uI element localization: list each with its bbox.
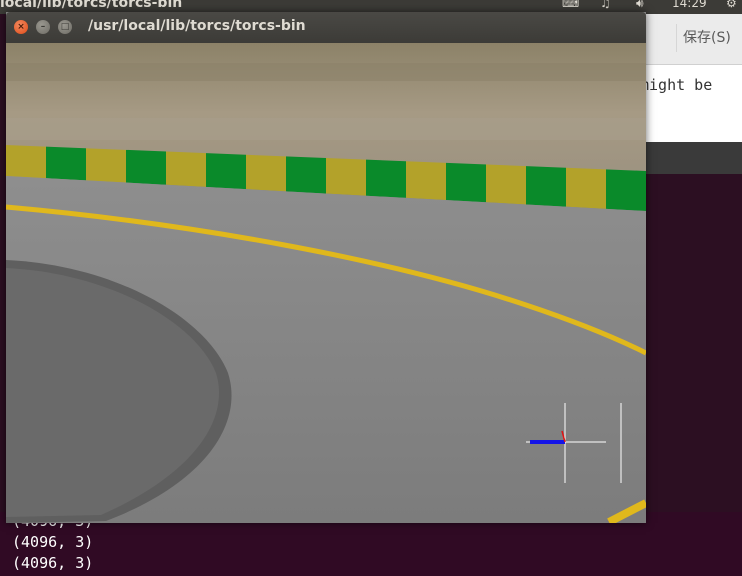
sound-icon[interactable]: ♫ bbox=[600, 0, 611, 10]
volume-icon[interactable]: 🔊︎ bbox=[636, 0, 644, 11]
keyboard-icon[interactable]: ⌨ bbox=[562, 0, 579, 10]
titlebar[interactable]: × – □ /usr/local/lib/torcs/torcs-bin bbox=[6, 12, 646, 43]
background-editor-window: 保存(S) might be bbox=[640, 14, 742, 142]
torcs-window[interactable]: × – □ /usr/local/lib/torcs/torcs-bin bbox=[6, 12, 646, 523]
editor-text: might be bbox=[640, 76, 713, 94]
behind-window-title: local/lib/torcs/torcs-bin bbox=[0, 0, 183, 11]
clock[interactable]: 14:29 bbox=[672, 0, 707, 10]
editor-statusbar bbox=[640, 142, 742, 174]
race-scene bbox=[6, 43, 646, 523]
maximize-button[interactable]: □ bbox=[58, 20, 72, 34]
game-viewport[interactable] bbox=[6, 43, 646, 523]
terminal-line: (4096, 3) bbox=[12, 554, 94, 572]
window-title: /usr/local/lib/torcs/torcs-bin bbox=[88, 18, 306, 34]
editor-toolbar: 保存(S) bbox=[640, 14, 742, 65]
terminal-line: (4096, 3) bbox=[12, 533, 94, 551]
close-button[interactable]: × bbox=[14, 20, 28, 34]
save-button[interactable]: 保存(S) bbox=[676, 24, 737, 52]
minimize-button[interactable]: – bbox=[36, 20, 50, 34]
gear-icon[interactable]: ⚙ bbox=[726, 0, 737, 10]
